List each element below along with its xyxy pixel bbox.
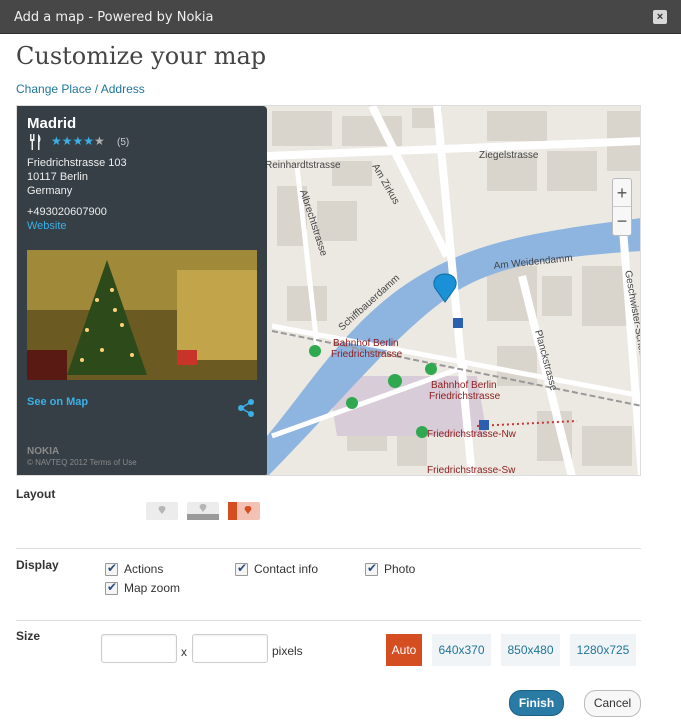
svg-text:Friedrichstrasse: Friedrichstrasse [331,349,403,360]
map-zoom-control: + − [612,178,632,236]
size-separator: x [181,645,187,659]
layout-option-2[interactable] [187,502,219,520]
layout-label: Layout [16,487,56,501]
svg-text:Friedrichstrasse: Friedrichstrasse [429,391,501,402]
size-preset-850x480[interactable]: 850x480 [501,634,560,666]
pixels-unit-label: pixels [272,644,303,658]
terms-of-use-link[interactable]: © NAVTEQ 2012 Terms of Use [27,458,137,467]
display-label: Display [16,558,59,572]
map-label-street: Ziegelstrasse [479,150,539,161]
contact-info-checkbox[interactable]: Contact info [235,561,318,576]
website-link[interactable]: Website [27,220,67,232]
size-preset-640x370[interactable]: 640x370 [432,634,491,666]
layout-pin-side-icon [228,502,252,520]
map-preview[interactable]: Reinhardtstrasse Ziegelstrasse Am Weiden… [16,105,641,476]
zoom-in-button[interactable]: + [613,179,631,207]
cancel-button[interactable]: Cancel [584,690,641,717]
address-line: Friedrichstrasse 103 [27,157,127,169]
address-line: 10117 Berlin [27,171,88,183]
checkbox-check-icon[interactable] [105,561,118,576]
change-place-link[interactable]: Change Place / Address [16,82,145,96]
svg-text:Bahnhof Berlin: Bahnhof Berlin [333,338,399,349]
checkbox-check-icon[interactable] [105,580,118,595]
layout-option-3[interactable] [228,502,260,520]
height-input[interactable] [192,634,268,663]
provider-logo: NOKIA [27,446,60,457]
zoom-out-button[interactable]: − [613,207,631,235]
layout-pin-icon [158,506,166,514]
rating-stars: ★★★★★ [51,134,105,148]
see-on-map-link[interactable]: See on Map [27,396,88,408]
share-icon[interactable] [237,399,255,417]
checkbox-check-icon[interactable] [235,561,248,576]
phone-number: +493020607900 [27,206,107,218]
dialog-title: Add a map - Powered by Nokia [14,10,214,25]
photo-checkbox[interactable]: Photo [365,561,415,576]
svg-text:Friedrichstrasse-Nw: Friedrichstrasse-Nw [427,429,517,440]
finish-button[interactable]: Finish [509,690,564,716]
svg-text:Bahnhof Berlin: Bahnhof Berlin [431,380,497,391]
dialog-titlebar: Add a map - Powered by Nokia × [0,0,681,34]
divider [16,620,641,621]
size-label: Size [16,629,41,643]
layout-pin-bar-icon [187,504,219,520]
place-card: Madrid ★★★★★ (5) Friedrichstrasse 103 10… [17,106,267,475]
layout-option-1[interactable] [146,502,178,520]
size-preset-1280x725[interactable]: 1280x725 [570,634,636,666]
actions-checkbox[interactable]: Actions [105,561,163,576]
divider [16,548,641,549]
checkbox-check-icon[interactable] [365,561,378,576]
map-label-street: Reinhardtstrasse [265,160,341,171]
svg-text:Friedrichstrasse-Sw: Friedrichstrasse-Sw [427,465,516,476]
width-input[interactable] [101,634,177,663]
place-name: Madrid [27,115,77,132]
place-photo [27,250,257,380]
address-line: Germany [27,185,73,197]
size-preset-auto[interactable]: Auto [386,634,422,666]
close-icon[interactable]: × [653,10,667,24]
review-count: (5) [117,137,130,148]
page-title: Customize your map [16,42,267,70]
restaurant-icon [30,134,41,150]
map-zoom-checkbox[interactable]: Map zoom [105,580,180,595]
